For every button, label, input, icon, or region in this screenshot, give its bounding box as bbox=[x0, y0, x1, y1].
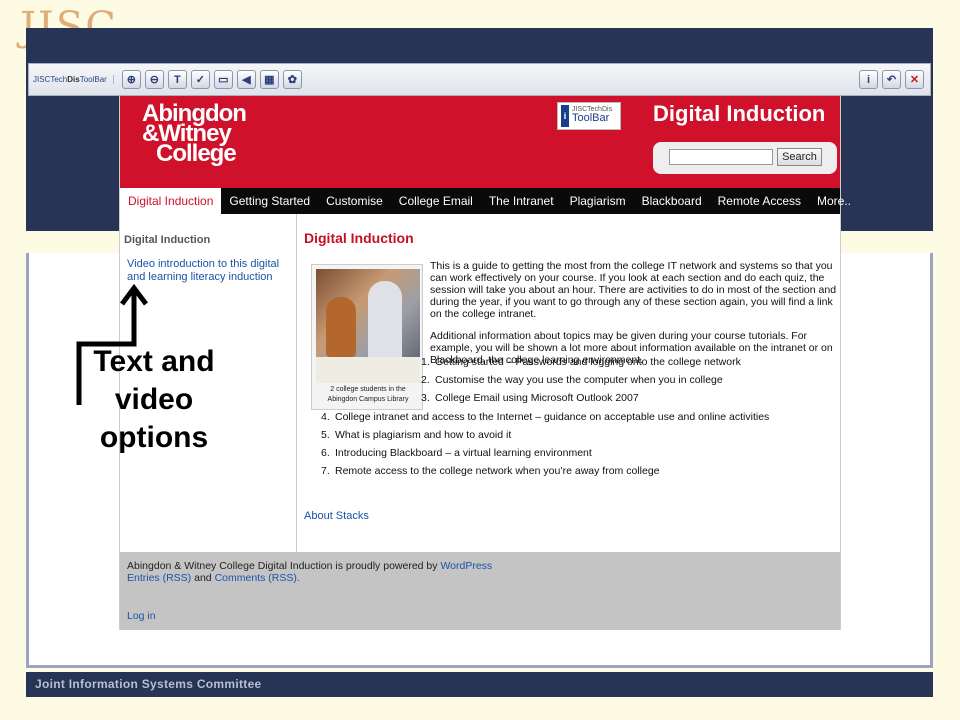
list-item: 2. Customise the way you use the computer… bbox=[421, 374, 723, 386]
speak-icon[interactable]: ◀ bbox=[236, 70, 256, 89]
nav-the-intranet[interactable]: The Intranet bbox=[481, 188, 562, 214]
site-footer: Abingdon & Witney College Digital Induct… bbox=[120, 552, 840, 630]
website-view: Abingdon &Witney College i JISCTechDis T… bbox=[119, 96, 851, 630]
sidebar-heading: Digital Induction bbox=[124, 234, 211, 246]
close-icon[interactable]: ✕ bbox=[905, 70, 924, 89]
undo-icon[interactable]: ↶ bbox=[882, 70, 901, 89]
nav-getting-started[interactable]: Getting Started bbox=[221, 188, 318, 214]
nav-plagiarism[interactable]: Plagiarism bbox=[562, 188, 634, 214]
techdis-toolbar: JISCTechDisToolBar ⊕ ⊖ T ✓ ▭ ◀ ▦ ✿ i ↶ ✕ bbox=[28, 63, 931, 96]
calculator-icon[interactable]: ▦ bbox=[259, 70, 279, 89]
nav-blackboard[interactable]: Blackboard bbox=[634, 188, 710, 214]
main-navigation: Digital Induction Getting Started Custom… bbox=[120, 188, 851, 214]
annotation-text: Text and video options bbox=[93, 345, 215, 454]
list-item: 6. Introducing Blackboard – a virtual lea… bbox=[321, 447, 592, 459]
search-area: Search bbox=[653, 142, 837, 174]
intro-paragraph: This is a guide to getting the most from… bbox=[430, 260, 837, 320]
list-item: 5. What is plagiarism and how to avoid it bbox=[321, 429, 512, 441]
footer-and: and bbox=[194, 572, 212, 584]
login-link[interactable]: Log in bbox=[127, 610, 156, 622]
zoom-in-icon[interactable]: ⊕ bbox=[121, 70, 141, 89]
list-item: 3. College Email using Microsoft Outlook … bbox=[421, 392, 639, 404]
entries-rss-link[interactable]: Entries (RSS) bbox=[127, 572, 191, 584]
page-title: Digital Induction bbox=[304, 230, 414, 246]
slide-footer: Joint Information Systems Committee bbox=[26, 672, 933, 697]
search-input[interactable] bbox=[669, 149, 773, 165]
college-logo[interactable]: Abingdon &Witney College bbox=[142, 102, 247, 166]
students-photo bbox=[316, 269, 420, 383]
toolbar-brand: JISCTechDisToolBar bbox=[33, 75, 114, 84]
spellcheck-icon[interactable]: ✓ bbox=[190, 70, 210, 89]
info-icon[interactable]: i bbox=[859, 70, 878, 89]
search-button[interactable]: Search bbox=[777, 148, 822, 166]
comments-rss-link[interactable]: Comments (RSS). bbox=[215, 572, 300, 584]
footer-credit: Abingdon & Witney College Digital Induct… bbox=[127, 560, 438, 572]
settings-icon[interactable]: ✿ bbox=[282, 70, 302, 89]
main-content: Digital Induction 2 college students in … bbox=[303, 214, 840, 552]
list-item: 4. College intranet and access to the Int… bbox=[321, 411, 770, 423]
wordpress-link[interactable]: WordPress bbox=[440, 560, 492, 572]
nav-more[interactable]: More.. bbox=[809, 188, 859, 214]
zoom-out-icon[interactable]: ⊖ bbox=[144, 70, 164, 89]
site-header: Abingdon &Witney College i JISCTechDis T… bbox=[120, 96, 840, 188]
list-item: 7. Remote access to the college network w… bbox=[321, 465, 660, 477]
photo-figure: 2 college students in the Abingdon Campu… bbox=[311, 264, 423, 410]
about-stacks-link[interactable]: About Stacks bbox=[304, 510, 369, 522]
nav-customise[interactable]: Customise bbox=[318, 188, 391, 214]
nav-college-email[interactable]: College Email bbox=[391, 188, 481, 214]
techdis-toolbar-badge[interactable]: i JISCTechDis ToolBar bbox=[557, 102, 621, 130]
text-icon[interactable]: T bbox=[167, 70, 187, 89]
nav-digital-induction[interactable]: Digital Induction bbox=[120, 188, 222, 214]
site-title: Digital Induction bbox=[653, 101, 826, 126]
photo-caption: 2 college students in the Abingdon Campu… bbox=[327, 386, 409, 403]
sidebar-video-link[interactable]: Video introduction to this digital and l… bbox=[124, 258, 292, 284]
dictionary-icon[interactable]: ▭ bbox=[213, 70, 233, 89]
list-item: 1. Getting started – Passwords and loggin… bbox=[421, 356, 741, 368]
nav-remote-access[interactable]: Remote Access bbox=[710, 188, 809, 214]
